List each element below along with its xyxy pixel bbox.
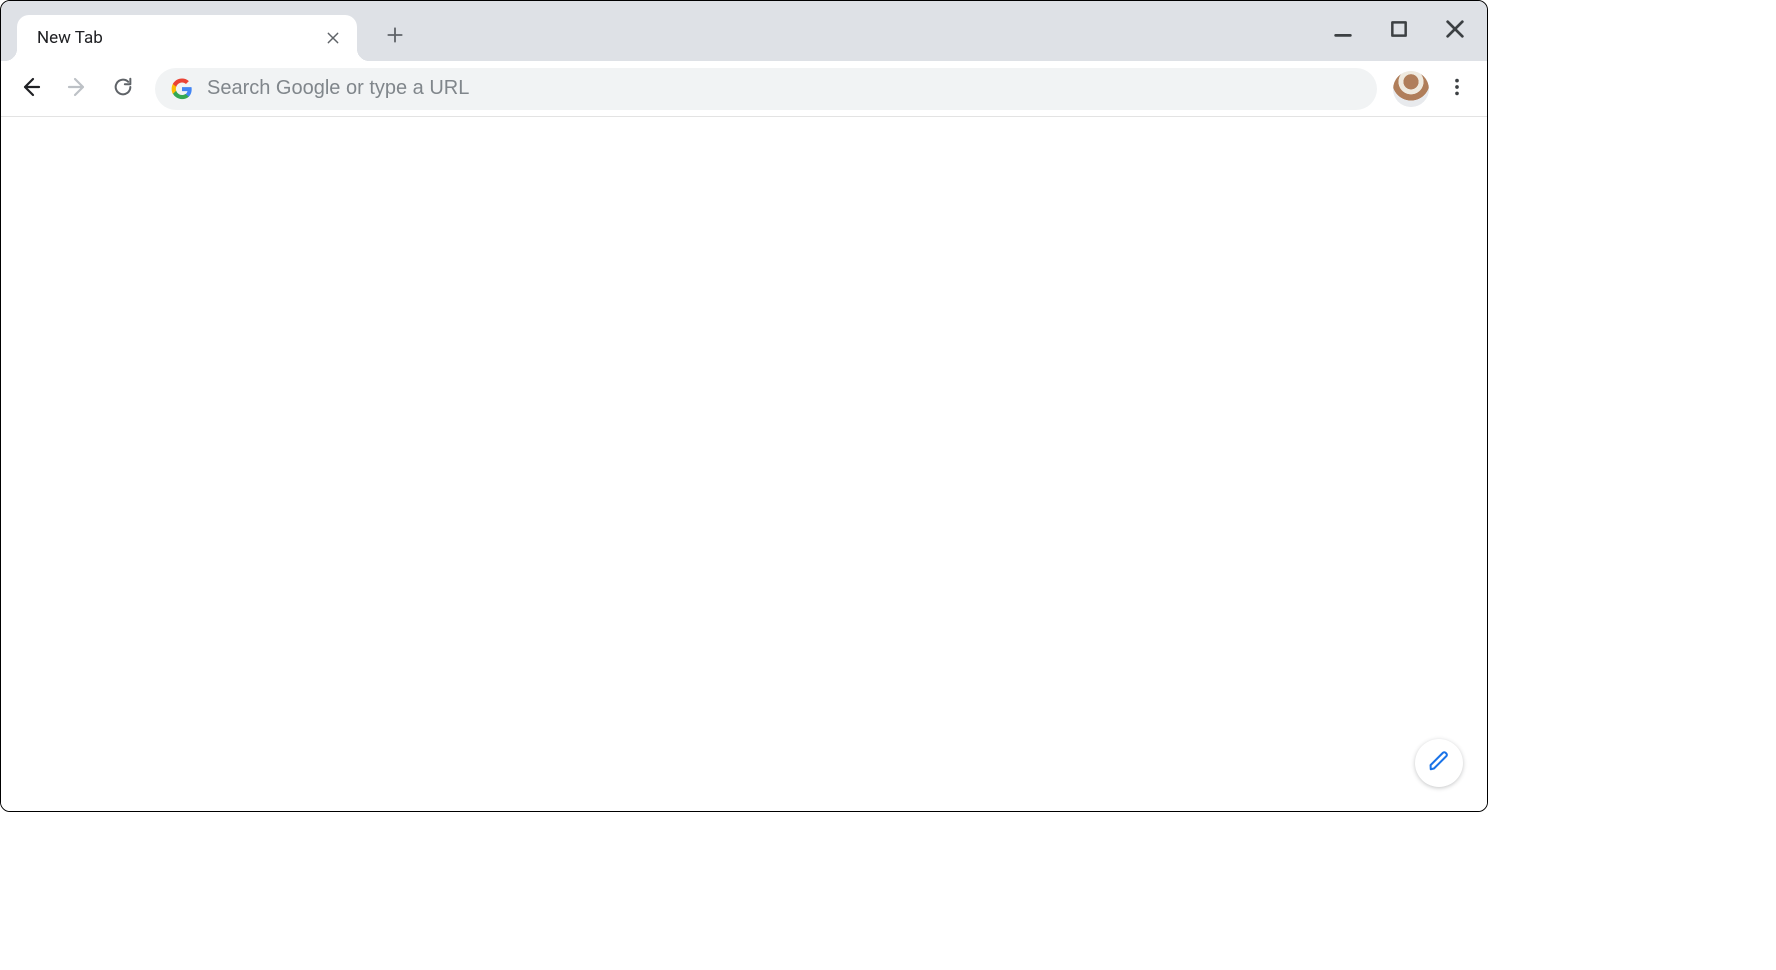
new-tab-button[interactable] [377,19,413,55]
profile-avatar-icon [1393,71,1429,107]
address-search-input[interactable] [207,77,1361,100]
plus-icon [385,25,405,49]
page-content [1,117,1487,811]
customize-button[interactable] [1415,739,1463,787]
maximize-icon [1389,19,1409,43]
reload-button[interactable] [103,69,143,109]
google-g-icon [171,78,193,100]
browser-window: New Tab [0,0,1488,812]
chrome-menu-button[interactable] [1437,69,1477,109]
tab-title: New Tab [37,28,313,48]
tab-active[interactable]: New Tab [17,15,357,61]
window-close-button[interactable] [1431,7,1479,55]
back-button[interactable] [11,69,51,109]
back-arrow-icon [19,75,43,103]
close-icon[interactable] [323,28,343,48]
maximize-button[interactable] [1375,7,1423,55]
minimize-icon [1332,18,1354,44]
window-close-icon [1444,18,1466,44]
tab-strip: New Tab [1,1,1487,61]
omnibox[interactable] [155,68,1377,110]
profile-button[interactable] [1393,71,1429,107]
forward-arrow-icon [65,75,89,103]
pencil-icon [1428,750,1450,776]
toolbar [1,61,1487,117]
window-controls [1319,1,1479,61]
forward-button[interactable] [57,69,97,109]
more-vert-icon [1446,76,1468,102]
reload-icon [112,76,134,102]
minimize-button[interactable] [1319,7,1367,55]
